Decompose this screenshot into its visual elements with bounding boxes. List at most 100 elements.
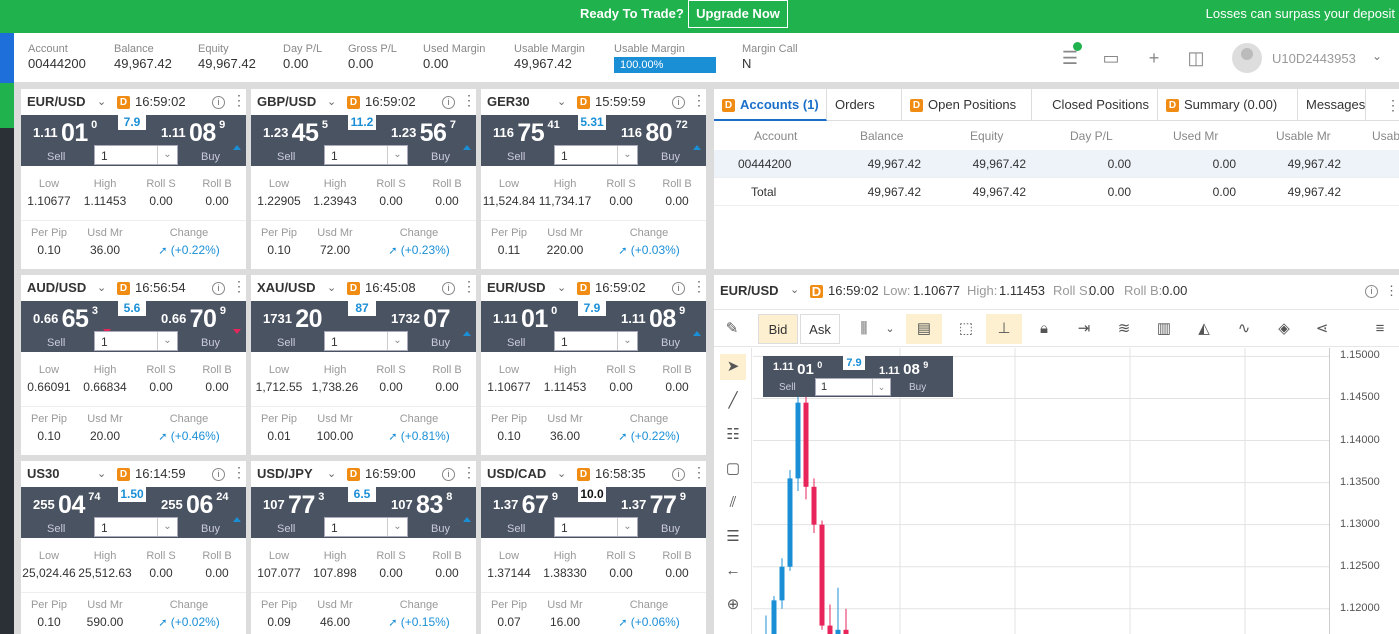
- info-icon[interactable]: i: [442, 282, 455, 295]
- buy-button[interactable]: Buy: [661, 151, 680, 163]
- chevron-down-icon[interactable]: ⌄: [557, 95, 566, 108]
- more-icon[interactable]: ⋮: [692, 465, 706, 479]
- tab-open[interactable]: D Open Positions: [902, 89, 1032, 121]
- more-icon[interactable]: ⋮: [232, 93, 246, 107]
- buy-button[interactable]: Buy: [431, 523, 450, 535]
- tile-symbol[interactable]: AUD/USD: [27, 280, 86, 295]
- quantity-input[interactable]: 1 ⌄: [324, 145, 408, 165]
- chevron-down-icon[interactable]: ⌄: [557, 281, 566, 294]
- tile-symbol[interactable]: EUR/USD: [487, 280, 546, 295]
- tab-messages[interactable]: Messages: [1298, 89, 1366, 121]
- chart-buy-button[interactable]: Buy: [909, 382, 926, 393]
- chevron-down-icon[interactable]: ⌄: [617, 518, 637, 536]
- quantity-input[interactable]: 1 ⌄: [94, 517, 178, 537]
- buy-button[interactable]: Buy: [201, 337, 220, 349]
- more-icon[interactable]: ⋮: [232, 465, 246, 479]
- chart-symbol[interactable]: EUR/USD: [720, 283, 779, 298]
- layout-icon[interactable]: ◫: [1184, 47, 1208, 69]
- layers-icon[interactable]: ◈: [1272, 314, 1296, 344]
- tab-closed[interactable]: Closed Positions: [1032, 89, 1158, 121]
- zoom-icon[interactable]: ⊕: [720, 592, 746, 618]
- table-row[interactable]: 00444200 49,967.42 49,967.42 0.00 0.00 49,967…: [714, 150, 1399, 178]
- rectangle-icon[interactable]: ▢: [720, 456, 746, 482]
- sell-button[interactable]: Sell: [507, 151, 525, 163]
- info-icon[interactable]: i: [212, 468, 225, 481]
- scroll-end-icon[interactable]: ⇥: [1072, 314, 1096, 344]
- chevron-down-icon[interactable]: ⌄: [327, 467, 336, 480]
- lines-icon[interactable]: ☰: [720, 524, 746, 550]
- tile-symbol[interactable]: US30: [27, 466, 60, 481]
- more-icon[interactable]: ⋮: [462, 93, 476, 107]
- quantity-input[interactable]: 1 ⌄: [94, 331, 178, 351]
- bid-button[interactable]: Bid: [758, 314, 798, 344]
- tile-symbol[interactable]: EUR/USD: [27, 94, 86, 109]
- trendline-icon[interactable]: ╱: [720, 388, 746, 414]
- chevron-down-icon[interactable]: ⌄: [387, 146, 407, 164]
- area-chart-icon[interactable]: ◭: [1192, 314, 1216, 344]
- tile-symbol[interactable]: GER30: [487, 94, 530, 109]
- quantity-input[interactable]: 1 ⌄: [324, 331, 408, 351]
- sell-button[interactable]: Sell: [277, 151, 295, 163]
- chevron-down-icon[interactable]: ⌄: [157, 332, 177, 350]
- sell-button[interactable]: Sell: [47, 523, 65, 535]
- chart-sell-button[interactable]: Sell: [779, 382, 796, 393]
- chevron-down-icon[interactable]: ⌄: [617, 146, 637, 164]
- chevron-down-icon[interactable]: ⌄: [97, 95, 106, 108]
- chevron-down-icon[interactable]: ⌄: [882, 314, 898, 344]
- more-icon[interactable]: ⋮: [462, 279, 476, 293]
- chevron-down-icon[interactable]: ⌄: [97, 281, 106, 294]
- tab-orders[interactable]: Orders: [827, 89, 902, 121]
- info-icon[interactable]: i: [442, 96, 455, 109]
- volume-icon[interactable]: ▥: [1152, 314, 1176, 344]
- tile-symbol[interactable]: GBP/USD: [257, 94, 316, 109]
- chevron-down-icon[interactable]: ⌄: [790, 283, 799, 296]
- quantity-input[interactable]: 1 ⌄: [324, 517, 408, 537]
- quantity-input[interactable]: 1 ⌄: [554, 145, 638, 165]
- pen-icon[interactable]: ✎: [720, 314, 744, 344]
- candle-type-icon[interactable]: ⫼: [852, 314, 876, 344]
- sell-button[interactable]: Sell: [277, 337, 295, 349]
- tile-symbol[interactable]: XAU/USD: [257, 280, 316, 295]
- info-icon[interactable]: i: [212, 96, 225, 109]
- menu-icon[interactable]: ≡: [1368, 314, 1392, 344]
- more-icon[interactable]: ⋮: [1386, 97, 1399, 114]
- tab-accounts[interactable]: D Accounts (1): [714, 89, 827, 121]
- chart-qty-input[interactable]: 1: [821, 381, 827, 393]
- layout-toggle-icon[interactable]: ▤: [906, 314, 942, 344]
- chevron-down-icon[interactable]: ⌄: [387, 518, 407, 536]
- more-icon[interactable]: ⋮: [692, 279, 706, 293]
- sell-button[interactable]: Sell: [47, 151, 65, 163]
- chevron-down-icon[interactable]: ⌄: [872, 379, 890, 395]
- upgrade-now-button[interactable]: Upgrade Now: [688, 0, 788, 28]
- select-icon[interactable]: ⬚: [954, 314, 978, 344]
- sell-button[interactable]: Sell: [507, 337, 525, 349]
- crosshair-icon[interactable]: ⊥: [986, 314, 1022, 344]
- tab-summary[interactable]: D Summary (0.00): [1158, 89, 1298, 121]
- user-menu[interactable]: U10D2443953 ⌄: [1232, 43, 1392, 73]
- chevron-down-icon[interactable]: ⌄: [97, 467, 106, 480]
- info-icon[interactable]: i: [672, 96, 685, 109]
- more-icon[interactable]: ⋮: [462, 465, 476, 479]
- chevron-down-icon[interactable]: ⌄: [157, 146, 177, 164]
- sell-button[interactable]: Sell: [277, 523, 295, 535]
- channel-icon[interactable]: ⫽: [720, 490, 746, 516]
- info-icon[interactable]: i: [212, 282, 225, 295]
- tile-symbol[interactable]: USD/JPY: [257, 466, 313, 481]
- buy-button[interactable]: Buy: [661, 337, 680, 349]
- more-icon[interactable]: ⋮: [1385, 283, 1398, 299]
- more-icon[interactable]: ⋮: [232, 279, 246, 293]
- buy-button[interactable]: Buy: [431, 151, 450, 163]
- buy-button[interactable]: Buy: [201, 151, 220, 163]
- chevron-down-icon[interactable]: ⌄: [387, 332, 407, 350]
- quantity-input[interactable]: 1 ⌄: [554, 331, 638, 351]
- sell-button[interactable]: Sell: [507, 523, 525, 535]
- plus-icon[interactable]: +: [1142, 47, 1166, 69]
- compare-icon[interactable]: ∿: [1232, 314, 1256, 344]
- buy-button[interactable]: Buy: [661, 523, 680, 535]
- chevron-down-icon[interactable]: ⌄: [157, 518, 177, 536]
- ask-button[interactable]: Ask: [800, 314, 840, 344]
- add-indicator-icon[interactable]: ≋: [1112, 314, 1136, 344]
- share-icon[interactable]: ⋖: [1310, 314, 1334, 344]
- chevron-down-icon[interactable]: ⌄: [327, 281, 336, 294]
- info-icon[interactable]: i: [672, 468, 685, 481]
